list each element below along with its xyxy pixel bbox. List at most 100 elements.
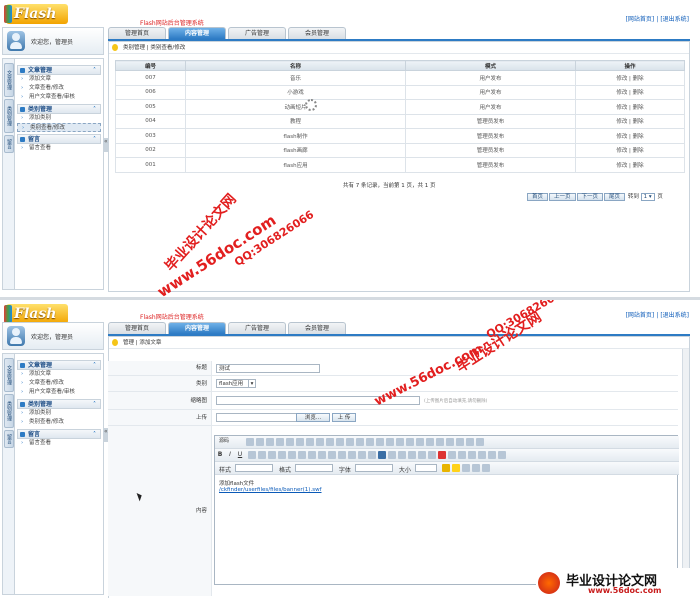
justify-icon[interactable] — [367, 451, 376, 459]
tab-home[interactable]: 管理首页 — [108, 27, 166, 39]
undo-icon[interactable] — [335, 438, 344, 446]
menu-item-user-articles[interactable]: 用户文章查看/审核 — [17, 93, 101, 102]
menu-group-articles[interactable]: 文章管理 ˄ — [17, 65, 101, 75]
text-color-icon[interactable] — [441, 464, 450, 472]
image-icon[interactable] — [427, 451, 436, 459]
hidden-field-icon[interactable] — [475, 438, 484, 446]
title-input[interactable]: 测试 — [216, 364, 320, 373]
spellcheck-icon[interactable] — [385, 438, 394, 446]
table-icon[interactable] — [447, 451, 456, 459]
blockquote-icon[interactable] — [317, 451, 326, 459]
cell-actions[interactable]: 修改 | 删除 — [575, 142, 685, 158]
select-all-icon[interactable] — [375, 438, 384, 446]
cell-actions[interactable]: 修改 | 删除 — [575, 157, 685, 173]
smiley-icon[interactable] — [467, 451, 476, 459]
first-page-button[interactable]: 首页 — [527, 193, 549, 201]
format-select[interactable] — [294, 464, 333, 472]
style-select[interactable] — [235, 464, 274, 472]
new-page-icon[interactable] — [255, 438, 264, 446]
numbered-list-icon[interactable] — [277, 451, 286, 459]
cell-actions[interactable]: 修改 | 删除 — [575, 70, 685, 86]
paste-word-icon[interactable] — [325, 438, 334, 446]
menu-item-view-messages[interactable]: 留言查看 — [17, 439, 101, 448]
copy-icon[interactable] — [295, 438, 304, 446]
last-page-button[interactable]: 尾页 — [604, 193, 626, 201]
image-button-icon[interactable] — [465, 438, 474, 446]
menu-group-categories[interactable]: 类别管理 ˄ — [17, 104, 101, 114]
vtab-messages[interactable]: 留言 — [4, 430, 14, 448]
ltr-icon[interactable] — [377, 451, 386, 459]
textarea-icon[interactable] — [435, 438, 444, 446]
menu-group-messages[interactable]: 留言 ˄ — [17, 134, 101, 144]
vertical-scrollbar[interactable] — [682, 349, 689, 598]
font-select[interactable] — [354, 464, 393, 472]
tab-members[interactable]: 会员管理 — [288, 27, 346, 39]
tab-content[interactable]: 内容管理 — [168, 27, 226, 39]
tab-content[interactable]: 内容管理 — [168, 322, 226, 334]
unlink-icon[interactable] — [407, 451, 416, 459]
flash-icon[interactable] — [437, 451, 446, 459]
vtab-articles[interactable]: 文章管理 — [4, 358, 14, 392]
cell-actions[interactable]: 修改 | 删除 — [575, 128, 685, 144]
replace-icon[interactable] — [365, 438, 374, 446]
link-icon[interactable] — [397, 451, 406, 459]
tab-home[interactable]: 管理首页 — [108, 322, 166, 334]
menu-item-view-messages[interactable]: 留言查看 — [17, 144, 101, 153]
menu-item-article-list[interactable]: 文章查看/修改 — [17, 84, 101, 93]
menu-group-messages[interactable]: 留言 ˄ — [17, 429, 101, 439]
outdent-icon[interactable] — [297, 451, 306, 459]
bg-color-icon[interactable] — [451, 464, 460, 472]
link-logout[interactable]: [退出系统] — [659, 312, 690, 319]
prev-page-button[interactable]: 上一页 — [549, 193, 576, 201]
rtl-icon[interactable] — [387, 451, 396, 459]
align-center-icon[interactable] — [347, 451, 356, 459]
underline-icon[interactable]: U — [236, 451, 244, 459]
menu-item-category-list[interactable]: 类别查看/修改 — [17, 123, 101, 133]
maximize-icon[interactable] — [461, 464, 470, 472]
save-icon[interactable] — [245, 438, 254, 446]
hr-icon[interactable] — [457, 451, 466, 459]
editor-body[interactable]: 添加flash文件 /ckfinder/userfiles/files/bann… — [219, 479, 322, 493]
template-icon[interactable] — [275, 438, 284, 446]
find-icon[interactable] — [355, 438, 364, 446]
category-select[interactable]: flash应用 ▾ — [216, 379, 256, 388]
paste-text-icon[interactable] — [315, 438, 324, 446]
pagebreak-icon[interactable] — [487, 451, 496, 459]
menu-item-add-article[interactable]: 添加文章 — [17, 75, 101, 84]
next-page-button[interactable]: 下一页 — [576, 193, 604, 201]
special-char-icon[interactable] — [477, 451, 486, 459]
superscript-icon[interactable] — [267, 451, 276, 459]
menu-item-article-list[interactable]: 文章查看/修改 — [17, 379, 101, 388]
link-site-home[interactable]: [网站首页] — [625, 312, 656, 319]
size-select[interactable] — [414, 464, 437, 472]
cell-actions[interactable]: 修改 | 删除 — [575, 113, 685, 129]
bullet-list-icon[interactable] — [287, 451, 296, 459]
link-site-home[interactable]: [网站首页] — [625, 16, 656, 23]
align-left-icon[interactable] — [337, 451, 346, 459]
button-icon[interactable] — [455, 438, 464, 446]
anchor-icon[interactable] — [417, 451, 426, 459]
cell-actions[interactable]: 修改 | 删除 — [575, 99, 685, 115]
subscript-icon[interactable] — [257, 451, 266, 459]
menu-item-category-list[interactable]: 类别查看/修改 — [17, 418, 101, 427]
indent-icon[interactable] — [307, 451, 316, 459]
italic-icon[interactable]: I — [226, 451, 234, 459]
upload-button[interactable]: 上 传 — [332, 413, 356, 422]
vtab-articles[interactable]: 文章管理 — [4, 63, 14, 97]
radio-icon[interactable] — [415, 438, 424, 446]
textfield-icon[interactable] — [425, 438, 434, 446]
preview-icon[interactable] — [265, 438, 274, 446]
source-button[interactable]: 源码 — [217, 438, 241, 446]
cell-actions[interactable]: 修改 | 删除 — [575, 84, 685, 100]
menu-item-add-category[interactable]: 添加类别 — [17, 409, 101, 418]
div-icon[interactable] — [327, 451, 336, 459]
tab-members[interactable]: 会员管理 — [288, 322, 346, 334]
redo-icon[interactable] — [345, 438, 354, 446]
menu-group-categories[interactable]: 类别管理 ˄ — [17, 399, 101, 409]
menu-group-articles[interactable]: 文章管理 ˄ — [17, 360, 101, 370]
show-blocks-icon[interactable] — [471, 464, 480, 472]
menu-item-user-articles[interactable]: 用户文章查看/审核 — [17, 388, 101, 397]
browse-button[interactable]: 浏览... — [296, 413, 330, 422]
checkbox-icon[interactable] — [405, 438, 414, 446]
goto-page-select[interactable]: 1 ▾ — [640, 193, 655, 201]
